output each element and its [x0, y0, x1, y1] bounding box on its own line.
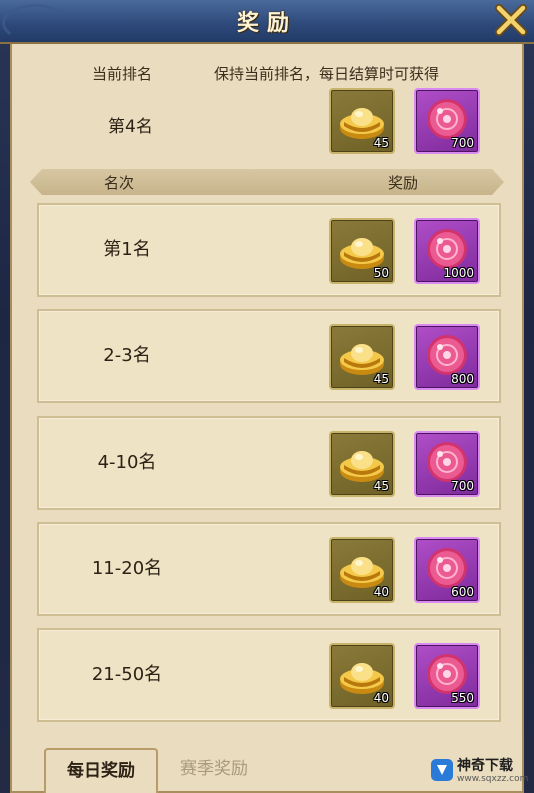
- gold-count: 45: [373, 136, 389, 150]
- close-button[interactable]: [494, 3, 528, 37]
- gem-count: 600: [451, 585, 474, 599]
- gem-reward-slot[interactable]: 800: [414, 324, 480, 390]
- row-rank-label: 4-10名: [97, 452, 157, 473]
- tab-season-rewards[interactable]: 赛季奖励: [164, 748, 264, 793]
- gold-count: 45: [373, 372, 389, 386]
- gold-reward-slot[interactable]: 45: [329, 324, 395, 390]
- reward-row: 11-20名 40 600: [37, 522, 501, 616]
- current-rank-label: 当前排名: [92, 65, 153, 83]
- gem-reward-slot[interactable]: 1000: [414, 218, 480, 284]
- row-rank-label: 11-20名: [91, 558, 163, 579]
- window-title: 奖励: [236, 11, 297, 36]
- gem-count: 700: [451, 136, 474, 150]
- row-rank-label: 21-50名: [91, 664, 163, 685]
- reward-row: 2-3名 45 800: [37, 309, 501, 403]
- gold-reward-slot[interactable]: 50: [329, 218, 395, 284]
- reward-row: 4-10名 45 700: [37, 416, 501, 510]
- gold-reward-slot[interactable]: 40: [329, 643, 395, 709]
- gem-count: 800: [451, 372, 474, 386]
- reward-column-header: 奖励: [388, 174, 419, 192]
- gold-reward-slot[interactable]: 40: [329, 537, 395, 603]
- watermark-url: www.sqxzz.com: [457, 774, 529, 784]
- row-rank-label: 第1名: [103, 239, 151, 260]
- gem-reward-slot[interactable]: 600: [414, 537, 480, 603]
- current-gem-reward[interactable]: 700: [414, 88, 480, 154]
- rank-column-header: 名次: [104, 174, 135, 192]
- keep-rank-label: 保持当前排名，每日结算时可获得: [214, 65, 440, 83]
- watermark: 神奇下载 www.sqxzz.com: [430, 752, 530, 788]
- title-bar: 奖励: [0, 0, 534, 44]
- gem-reward-slot[interactable]: 700: [414, 431, 480, 497]
- watermark-logo-icon: [431, 759, 453, 781]
- watermark-title: 神奇下载: [457, 758, 513, 774]
- gold-count: 45: [373, 479, 389, 493]
- current-rank-value: 第4名: [108, 117, 153, 137]
- close-x-icon: [495, 4, 527, 36]
- gem-reward-slot[interactable]: 550: [414, 643, 480, 709]
- gold-reward-slot[interactable]: 45: [329, 431, 395, 497]
- gem-count: 700: [451, 479, 474, 493]
- reward-row: 21-50名 40 550: [37, 628, 501, 722]
- reward-row: 第1名 50 1000: [37, 203, 501, 297]
- gold-count: 40: [373, 691, 389, 705]
- row-rank-label: 2-3名: [103, 345, 151, 366]
- tab-daily-rewards[interactable]: 每日奖励: [44, 748, 158, 793]
- current-gold-reward[interactable]: 45: [329, 88, 395, 154]
- column-header-banner: 名次 奖励: [30, 169, 504, 195]
- gem-count: 1000: [443, 266, 474, 280]
- gold-count: 40: [373, 585, 389, 599]
- gem-count: 550: [451, 691, 474, 705]
- gold-count: 50: [373, 266, 389, 280]
